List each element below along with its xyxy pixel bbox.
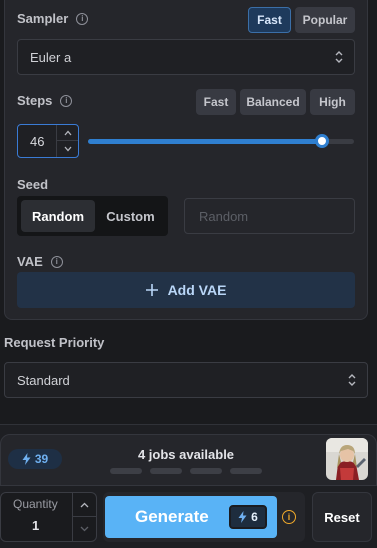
- character-portrait-image: [326, 438, 368, 480]
- info-icon[interactable]: i: [50, 255, 63, 268]
- chevron-up-icon: [64, 130, 71, 135]
- steps-preset-fast[interactable]: Fast: [196, 89, 236, 115]
- quantity-decrement-button[interactable]: [73, 517, 96, 541]
- increment-button[interactable]: [57, 125, 78, 141]
- steps-slider-fill: [88, 139, 323, 144]
- lightning-icon: [238, 511, 247, 523]
- steps-slider[interactable]: [88, 134, 354, 148]
- model-thumbnail[interactable]: [326, 438, 368, 480]
- chevron-up-down-icon: [348, 374, 356, 386]
- steps-preset-balanced[interactable]: Balanced: [240, 89, 306, 115]
- seed-label: Seed: [17, 177, 49, 192]
- priority-label: Request Priority: [4, 335, 105, 350]
- steps-preset-high[interactable]: High: [310, 89, 355, 115]
- info-icon[interactable]: i: [60, 94, 73, 107]
- jobs-available-text: 4 jobs available: [137, 447, 235, 462]
- info-icon[interactable]: i: [76, 12, 89, 25]
- chevron-down-icon: [80, 526, 89, 532]
- seed-input[interactable]: Random: [184, 198, 355, 234]
- lightning-icon: [22, 453, 31, 465]
- warning-info-icon[interactable]: i: [282, 510, 296, 524]
- sampler-preset-fast[interactable]: Fast: [248, 7, 291, 33]
- add-vae-button[interactable]: Add VAE: [17, 272, 355, 308]
- steps-number-input[interactable]: 46: [17, 124, 79, 158]
- steps-label: Steps i: [17, 93, 73, 108]
- chevron-up-down-icon: [335, 51, 343, 63]
- chevron-down-icon: [64, 146, 71, 152]
- reset-button[interactable]: Reset: [312, 492, 372, 542]
- sampler-preset-popular[interactable]: Popular: [295, 7, 355, 33]
- generate-cost-badge: 6: [229, 505, 267, 529]
- sampler-label: Sampler i: [17, 11, 89, 26]
- seed-mode-toggle: Random Custom: [17, 196, 168, 236]
- kudos-badge: 39: [8, 449, 62, 469]
- vae-label: VAE i: [17, 254, 63, 269]
- steps-slider-thumb[interactable]: [315, 134, 330, 148]
- priority-select[interactable]: Standard: [4, 362, 368, 398]
- generate-label: Generate: [135, 507, 209, 526]
- decrement-button[interactable]: [57, 141, 78, 157]
- seed-mode-random[interactable]: Random: [21, 200, 95, 232]
- sampler-select[interactable]: Euler a: [17, 39, 355, 75]
- chevron-up-icon: [80, 502, 89, 507]
- plus-icon: [145, 284, 158, 296]
- quantity-increment-button[interactable]: [73, 493, 96, 517]
- seed-mode-custom[interactable]: Custom: [97, 200, 164, 232]
- quantity-stepper[interactable]: Quantity 1: [0, 492, 97, 542]
- queue-progress-dots: [110, 468, 262, 474]
